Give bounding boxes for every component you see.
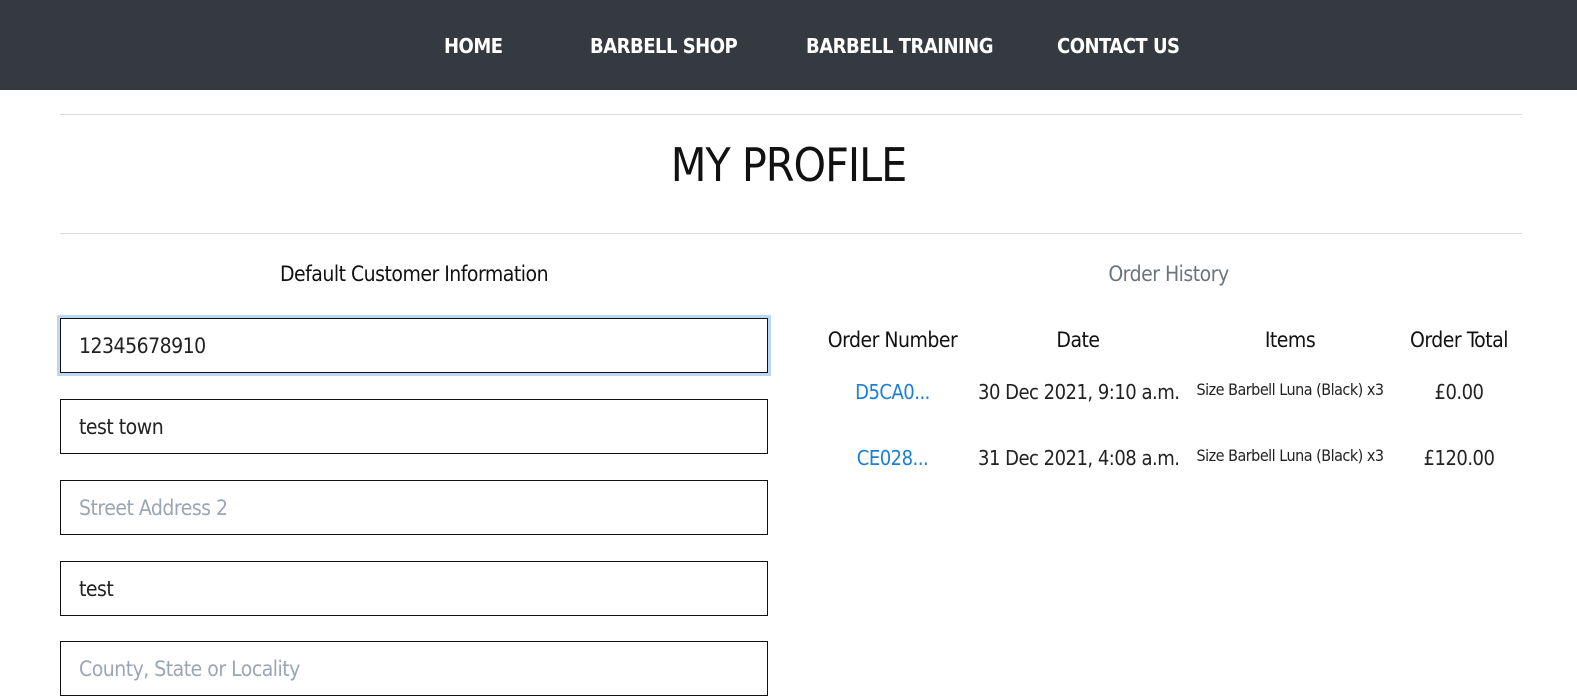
street-address-2-input[interactable]	[60, 480, 768, 535]
order-number-link[interactable]: CE028...	[820, 446, 965, 470]
nav-barbell-shop-link[interactable]: BARBELL SHOP	[590, 34, 738, 58]
nav-barbell-training-link[interactable]: BARBELL TRAINING	[806, 34, 994, 58]
title-bottom-divider	[60, 233, 1522, 234]
page-title: MY PROFILE	[670, 138, 908, 192]
top-navbar: HOME BARBELL SHOP BARBELL TRAINING CONTA…	[0, 0, 1577, 90]
order-date: 31 Dec 2021, 4:08 a.m.	[978, 446, 1180, 470]
nav-contact-us-link[interactable]: CONTACT US	[1057, 34, 1180, 58]
order-history-heading: Order History	[1108, 262, 1229, 286]
order-number-link[interactable]: D5CA0...	[820, 380, 965, 404]
order-items: Size Barbell Luna (Black) x3	[1196, 446, 1384, 465]
customer-info-heading: Default Customer Information	[279, 262, 549, 286]
order-total: £120.00	[1423, 446, 1495, 470]
column-header-items: Items	[1264, 328, 1316, 352]
order-items: Size Barbell Luna (Black) x3	[1196, 380, 1384, 399]
town-or-city-input[interactable]	[60, 399, 768, 454]
street-address-1-input[interactable]	[60, 561, 768, 616]
column-header-date: Date	[1056, 328, 1100, 352]
phone-number-input[interactable]	[60, 318, 768, 373]
column-header-order-total: Order Total	[1410, 328, 1508, 352]
column-header-order-number: Order Number	[827, 328, 958, 352]
county-state-locality-input[interactable]	[60, 641, 768, 696]
order-date: 30 Dec 2021, 9:10 a.m.	[978, 380, 1180, 404]
nav-home-link[interactable]: HOME	[444, 34, 503, 58]
title-top-divider	[60, 114, 1522, 115]
order-total: £0.00	[1434, 380, 1485, 404]
